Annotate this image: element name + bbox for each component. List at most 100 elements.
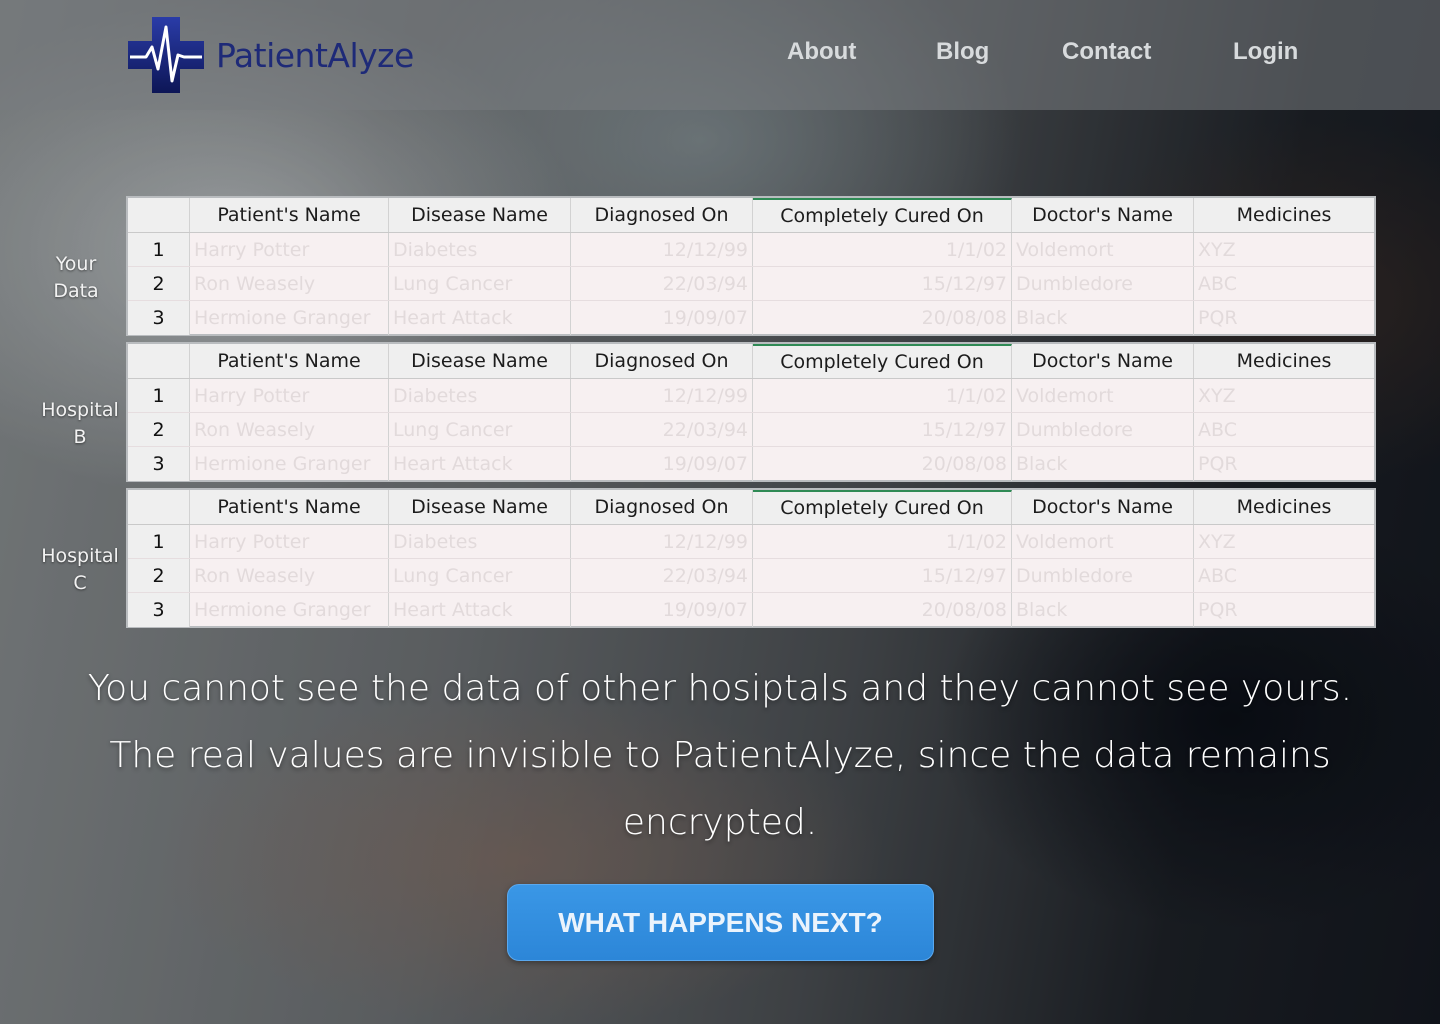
table-label-hospital-c: Hospital C	[25, 543, 135, 597]
cell-doctor: Voldemort	[1012, 233, 1194, 266]
cell-cured: 15/12/97	[753, 413, 1012, 446]
cell-patient: Ron Weasely	[190, 559, 389, 592]
row-number: 3	[128, 593, 190, 627]
cell-cured: 1/1/02	[753, 525, 1012, 558]
cell-doctor: Black	[1012, 301, 1194, 335]
cell-cured: 1/1/02	[753, 379, 1012, 412]
cell-patient: Harry Potter	[190, 525, 389, 558]
cell-disease: Diabetes	[389, 379, 571, 412]
cell-diagnosed: 12/12/99	[571, 233, 753, 266]
cell-medicine: PQR	[1198, 453, 1238, 475]
corner-cell	[128, 490, 190, 524]
cell-diagnosed: 22/03/94	[571, 267, 753, 300]
cell-diagnosed: 12/12/99	[571, 379, 753, 412]
top-navigation-bar: PatientAlyze About Blog Contact Login	[0, 0, 1440, 110]
cell-patient: Hermione Granger	[190, 593, 389, 627]
row-number: 3	[128, 447, 190, 481]
nav-contact-link[interactable]: Contact	[1062, 38, 1151, 66]
column-header: Diagnosed On	[571, 344, 753, 378]
corner-cell	[128, 198, 190, 232]
message-line: The real values are invisible to Patient…	[109, 735, 1331, 843]
table-row: 2 Ron Weasely Lung Cancer 22/03/94 15/12…	[128, 413, 1374, 447]
cell-medicine: ABC	[1198, 272, 1237, 295]
column-header: Patient's Name	[190, 344, 389, 378]
cell-patient: Hermione Granger	[190, 447, 389, 481]
table-label-line: B	[73, 426, 87, 448]
cell-diagnosed: 19/09/07	[571, 447, 753, 481]
row-number: 1	[128, 233, 190, 266]
spreadsheet-your-data: Patient's Name Disease Name Diagnosed On…	[126, 196, 1376, 336]
brand-logo[interactable]: PatientAlyze	[128, 16, 428, 94]
cell-disease: Lung Cancer	[389, 413, 571, 446]
column-header: Diagnosed On	[571, 198, 753, 232]
row-number: 2	[128, 267, 190, 300]
cell-diagnosed: 12/12/99	[571, 525, 753, 558]
cell-medicine: PQR	[1198, 599, 1238, 621]
cell-doctor: Black	[1012, 593, 1194, 627]
nav-blog-link[interactable]: Blog	[936, 38, 989, 66]
cell-medicine: PQR	[1198, 307, 1238, 329]
cell-doctor: Black	[1012, 447, 1194, 481]
table-label-line: Hospital	[41, 545, 119, 567]
column-header: Medicines	[1236, 204, 1332, 226]
cell-doctor: Voldemort	[1012, 379, 1194, 412]
table-row: 1 Harry Potter Diabetes 12/12/99 1/1/02 …	[128, 379, 1374, 413]
what-happens-next-button[interactable]: WHAT HAPPENS NEXT?	[507, 884, 934, 961]
column-header: Doctor's Name	[1012, 198, 1194, 232]
row-number: 1	[128, 379, 190, 412]
cell-patient: Ron Weasely	[190, 413, 389, 446]
column-header: Disease Name	[389, 490, 571, 524]
table-label-hospital-b: Hospital B	[25, 397, 135, 451]
cell-patient: Harry Potter	[190, 233, 389, 266]
table-label-line: Your	[55, 253, 97, 275]
table-row: 2 Ron Weasely Lung Cancer 22/03/94 15/12…	[128, 267, 1374, 301]
cell-disease: Lung Cancer	[389, 559, 571, 592]
header-row: Patient's Name Disease Name Diagnosed On…	[128, 344, 1374, 379]
cell-cured: 20/08/08	[753, 447, 1012, 481]
nav-about-link[interactable]: About	[787, 38, 856, 66]
cell-cured: 1/1/02	[753, 233, 1012, 266]
brand-name: PatientAlyze	[216, 35, 414, 75]
table-row: 3 Hermione Granger Heart Attack 19/09/07…	[128, 301, 1374, 335]
cell-diagnosed: 22/03/94	[571, 559, 753, 592]
cell-cured: 20/08/08	[753, 593, 1012, 627]
column-header: Medicines	[1236, 350, 1332, 372]
cell-diagnosed: 19/09/07	[571, 593, 753, 627]
cell-disease: Heart Attack	[389, 301, 571, 335]
row-number: 1	[128, 525, 190, 558]
column-header: Completely Cured On	[753, 198, 1012, 232]
spreadsheet-hospital-b: Patient's Name Disease Name Diagnosed On…	[126, 342, 1376, 482]
cell-disease: Heart Attack	[389, 593, 571, 627]
row-number: 2	[128, 413, 190, 446]
cell-doctor: Voldemort	[1012, 525, 1194, 558]
cell-patient: Harry Potter	[190, 379, 389, 412]
cell-disease: Diabetes	[389, 233, 571, 266]
table-row: 1 Harry Potter Diabetes 12/12/99 1/1/02 …	[128, 525, 1374, 559]
cell-diagnosed: 19/09/07	[571, 301, 753, 335]
cell-doctor: Dumbledore	[1012, 413, 1194, 446]
cell-medicine: ABC	[1198, 418, 1237, 441]
header-row: Patient's Name Disease Name Diagnosed On…	[128, 490, 1374, 525]
table-row: 1 Harry Potter Diabetes 12/12/99 1/1/02 …	[128, 233, 1374, 267]
column-header: Patient's Name	[190, 490, 389, 524]
cell-medicine: XYZ	[1198, 238, 1236, 261]
cell-cured: 15/12/97	[753, 559, 1012, 592]
cell-disease: Lung Cancer	[389, 267, 571, 300]
column-header: Doctor's Name	[1012, 490, 1194, 524]
cell-medicine: XYZ	[1198, 530, 1236, 553]
cell-doctor: Dumbledore	[1012, 267, 1194, 300]
privacy-message: You cannot see the data of other hosipta…	[60, 655, 1380, 856]
column-header: Completely Cured On	[753, 490, 1012, 524]
table-row: 3 Hermione Granger Heart Attack 19/09/07…	[128, 447, 1374, 481]
cell-medicine: ABC	[1198, 564, 1237, 587]
medical-cross-pulse-icon	[128, 17, 204, 93]
column-header: Medicines	[1236, 496, 1332, 518]
table-row: 2 Ron Weasely Lung Cancer 22/03/94 15/12…	[128, 559, 1374, 593]
row-number: 2	[128, 559, 190, 592]
row-number: 3	[128, 301, 190, 335]
nav-login-link[interactable]: Login	[1233, 38, 1298, 66]
cell-disease: Diabetes	[389, 525, 571, 558]
spreadsheet-hospital-c: Patient's Name Disease Name Diagnosed On…	[126, 488, 1376, 628]
column-header: Patient's Name	[190, 198, 389, 232]
column-header: Disease Name	[389, 198, 571, 232]
